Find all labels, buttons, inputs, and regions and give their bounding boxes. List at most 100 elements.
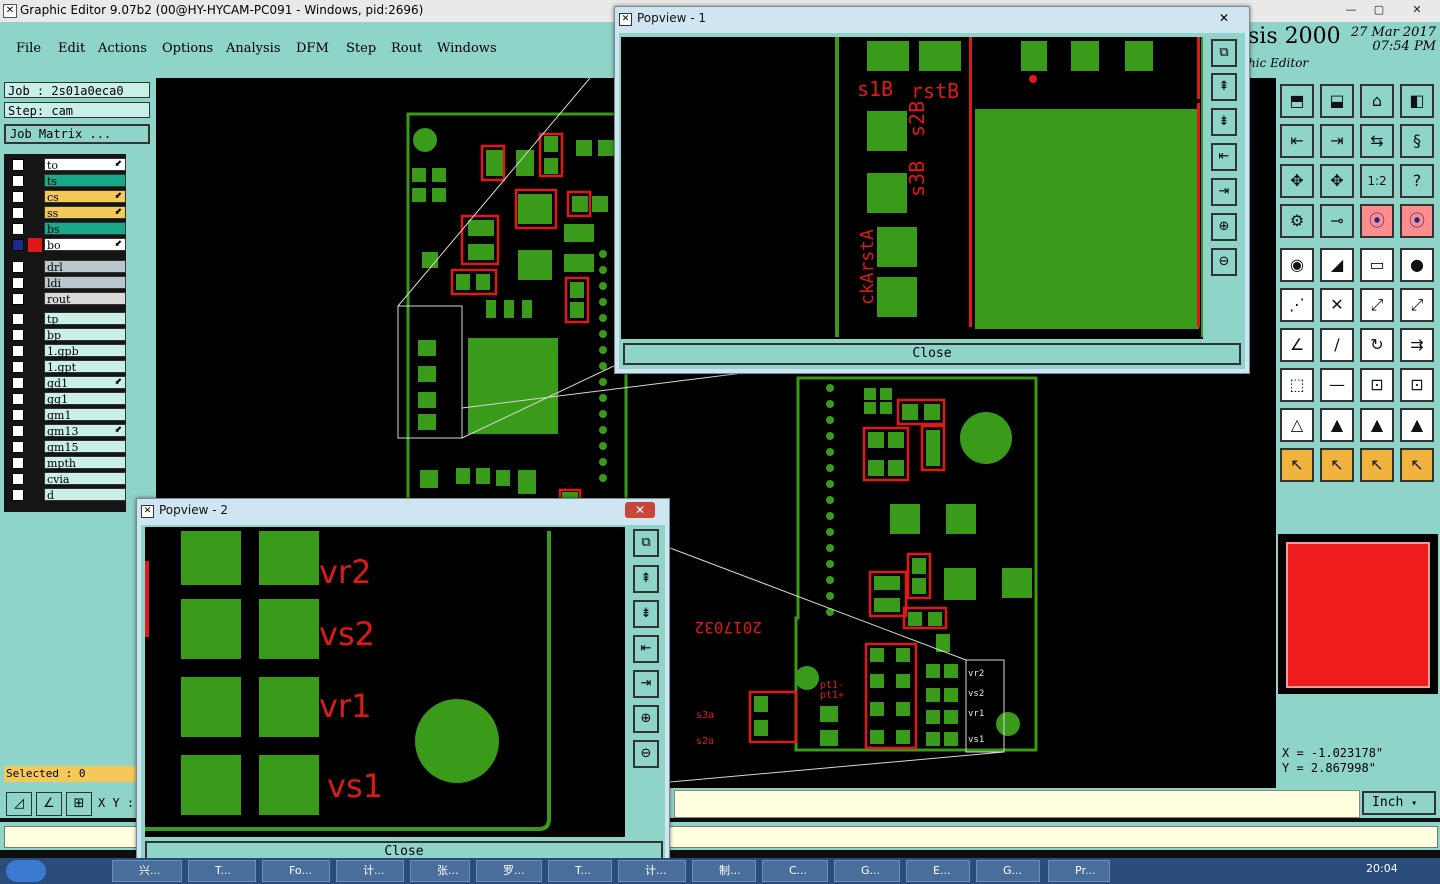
layer-checkbox[interactable] [12, 175, 24, 187]
view-split-icon[interactable]: ◧ [1400, 84, 1434, 118]
layer-name[interactable]: ldi [44, 276, 126, 290]
layer-row-tp[interactable]: tp [8, 312, 126, 326]
popview-2-zoom-fit-button[interactable]: ⧉ [633, 529, 659, 557]
help-icon[interactable]: ? [1400, 164, 1434, 198]
layer-checkbox[interactable] [12, 393, 24, 405]
triangle-d-icon[interactable]: ▲ [1400, 408, 1434, 442]
popview-1-zoom-out-button[interactable]: ⊖ [1211, 248, 1237, 276]
taskbar-item[interactable]: E... [906, 860, 970, 882]
layer-checkbox[interactable] [12, 489, 24, 501]
job-matrix-button[interactable]: Job Matrix ... [4, 124, 150, 144]
layer-row-gm1[interactable]: gm1 [8, 408, 126, 422]
layer-checkbox[interactable] [12, 191, 24, 203]
add-trace-icon[interactable]: ⋰ [1280, 288, 1314, 322]
layer-row-rout[interactable]: rout [8, 292, 126, 306]
taskbar-item[interactable]: 制... [692, 860, 756, 882]
popview-2-zoom-in-button[interactable]: ⊕ [633, 705, 659, 733]
move-icon[interactable]: ⤢ [1360, 288, 1394, 322]
message-field[interactable] [674, 790, 1360, 818]
probe-icon[interactable]: ⊸ [1320, 204, 1354, 238]
add-circle-icon[interactable]: ● [1400, 248, 1434, 282]
view-up-icon[interactable]: ⬓ [1320, 84, 1354, 118]
add-pad-icon[interactable]: ◉ [1280, 248, 1314, 282]
layer-name[interactable]: tp [44, 312, 126, 326]
menu-actions[interactable]: Actions [98, 41, 147, 56]
minimize-button[interactable]: — [1338, 2, 1364, 18]
start-button[interactable] [6, 860, 46, 882]
zoom-fit-icon[interactable]: ✥ [1280, 164, 1314, 198]
layer-row-ss[interactable]: ss ⬋ [8, 206, 126, 220]
layer-name[interactable]: gg1 [44, 392, 126, 406]
taskbar-item[interactable]: T... [548, 860, 612, 882]
menu-windows[interactable]: Windows [437, 41, 497, 56]
layer-checkbox[interactable] [12, 457, 24, 469]
select-a-icon[interactable]: ↖ [1280, 448, 1314, 482]
triangle-a-icon[interactable]: △ [1280, 408, 1314, 442]
angle-tool-button[interactable]: ∠ [36, 792, 62, 816]
taskbar-item[interactable]: 兴... [112, 860, 182, 882]
layer-checkbox[interactable] [12, 329, 24, 341]
taskbar-item[interactable]: 罗... [476, 860, 542, 882]
taskbar-item[interactable]: G... [834, 860, 900, 882]
taskbar-item[interactable]: 计... [618, 860, 686, 882]
add-line-icon[interactable]: ◢ [1320, 248, 1354, 282]
layer-name[interactable]: 1.gpt [44, 360, 126, 374]
layer-row-to[interactable]: to ⬋ [8, 158, 126, 172]
menu-step[interactable]: Step [346, 41, 376, 56]
taskbar-item[interactable]: T... [188, 860, 256, 882]
layer-row-1-gpb[interactable]: 1.gpb [8, 344, 126, 358]
triangle-c-icon[interactable]: ▲ [1360, 408, 1394, 442]
layer-checkbox[interactable] [12, 159, 24, 171]
layer-name[interactable]: ts [44, 174, 126, 188]
layer-checkbox[interactable] [12, 409, 24, 421]
layer-list-scrollbar[interactable] [132, 154, 154, 512]
close-window-button[interactable]: ✕ [1400, 2, 1434, 18]
mirror-icon[interactable]: ⇉ [1400, 328, 1434, 362]
layer-row-1-gpt[interactable]: 1.gpt [8, 360, 126, 374]
layer-row-gm15[interactable]: gm15 [8, 440, 126, 454]
menu-edit[interactable]: Edit [58, 41, 85, 56]
layer-checkbox[interactable] [12, 277, 24, 289]
layer-name[interactable]: gm1 [44, 408, 126, 422]
taskbar-item[interactable]: Fo... [262, 860, 330, 882]
ruler-icon[interactable]: ▭ [1360, 248, 1394, 282]
area-icon[interactable]: ⬚ [1280, 368, 1314, 402]
angle-icon[interactable]: ∠ [1280, 328, 1314, 362]
layer-name[interactable]: bs [44, 222, 126, 236]
pan-s-icon[interactable]: § [1400, 124, 1434, 158]
layer-checkbox[interactable] [12, 345, 24, 357]
taskbar-item[interactable]: 计... [336, 860, 404, 882]
popview-1-pan-up-button[interactable]: ⇞ [1211, 73, 1237, 101]
layer-name[interactable]: 1.gpb [44, 344, 126, 358]
popview-1-window[interactable]: ✕ Popview - 1 ✕ s1B rstB s2B s3B ckArstA… [614, 6, 1250, 374]
layer-row-bs[interactable]: bs [8, 222, 126, 236]
taskbar-item[interactable]: Pr... [1048, 860, 1110, 882]
view-house-icon[interactable]: ⌂ [1360, 84, 1394, 118]
layer-row-gd1[interactable]: gd1 ⬋ [8, 376, 126, 390]
layer-checkbox[interactable] [12, 223, 24, 235]
layer-row-cs[interactable]: cs ⬋ [8, 190, 126, 204]
layer-checkbox[interactable] [12, 377, 24, 389]
taskbar-item[interactable]: G... [976, 860, 1040, 882]
menu-options[interactable]: Options [162, 41, 213, 56]
popview-2-pan-up-button[interactable]: ⇞ [633, 565, 659, 593]
popview-2-pan-down-button[interactable]: ⇟ [633, 600, 659, 628]
popview-2-close-icon[interactable]: ✕ [625, 502, 655, 518]
layer-row-d[interactable]: d [8, 488, 126, 502]
layer-row-cvia[interactable]: cvia [8, 472, 126, 486]
layer-row-gm13[interactable]: gm13 ⬋ [8, 424, 126, 438]
layer-row-mpth[interactable]: mpth [8, 456, 126, 470]
popview-1-pan-right-button[interactable]: ⇥ [1211, 178, 1237, 206]
popview-1-pan-left-button[interactable]: ⇤ [1211, 143, 1237, 171]
popview-2-view[interactable] [145, 527, 625, 837]
fill-icon[interactable]: ⊡ [1400, 368, 1434, 402]
popview-1-close-button[interactable]: Close [623, 343, 1241, 365]
taskbar-item[interactable]: C... [762, 860, 828, 882]
snap-tool-button[interactable]: ◿ [6, 792, 32, 816]
maximize-button[interactable]: ▢ [1366, 2, 1392, 18]
box-icon[interactable]: ⊡ [1360, 368, 1394, 402]
layer-row-drl[interactable]: drl [8, 260, 126, 274]
menu-file[interactable]: File [16, 41, 41, 56]
layer-row-ldi[interactable]: ldi [8, 276, 126, 290]
zoom-all-icon[interactable]: ✥ [1320, 164, 1354, 198]
